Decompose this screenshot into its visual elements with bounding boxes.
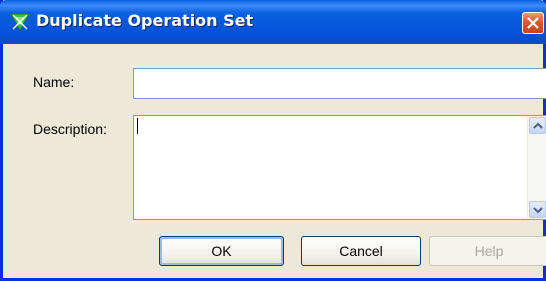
close-button[interactable] <box>522 12 544 34</box>
description-field[interactable] <box>133 115 546 220</box>
dialog-window: Duplicate Operation Set Name: Descriptio… <box>0 0 546 281</box>
help-button[interactable]: Help <box>429 236 546 266</box>
chevron-up-icon <box>533 122 543 129</box>
text-caret <box>137 118 138 134</box>
dialog-title: Duplicate Operation Set <box>36 11 254 30</box>
title-bar[interactable]: Duplicate Operation Set <box>0 0 546 44</box>
description-label: Description: <box>33 121 107 137</box>
chevron-down-icon <box>533 207 543 214</box>
scroll-up-button[interactable] <box>529 117 546 134</box>
name-label: Name: <box>33 74 75 90</box>
name-input[interactable] <box>133 68 546 99</box>
ok-button[interactable]: OK <box>159 236 284 266</box>
cancel-button[interactable]: Cancel <box>301 236 421 266</box>
scroll-down-button[interactable] <box>529 201 546 218</box>
operation-set-icon <box>10 12 30 32</box>
close-icon <box>527 17 539 29</box>
description-scrollbar[interactable] <box>527 116 546 219</box>
description-textarea[interactable] <box>134 116 526 219</box>
